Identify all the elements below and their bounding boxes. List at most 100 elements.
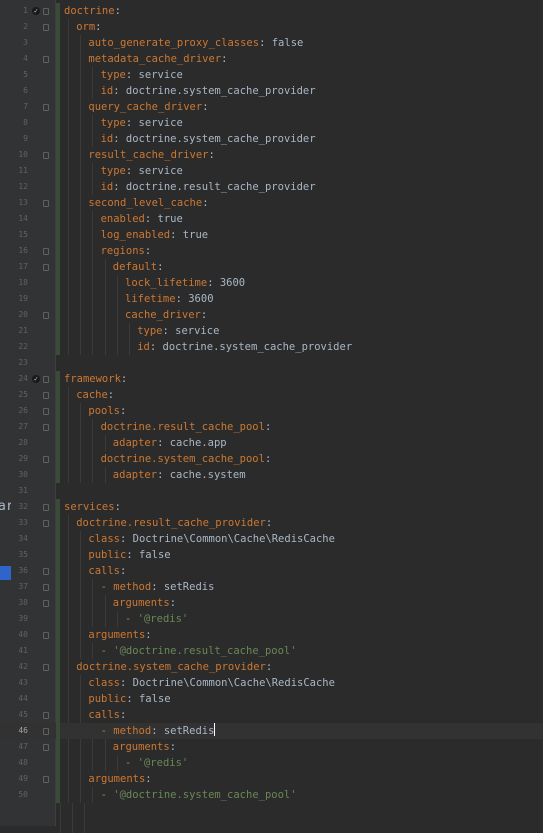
code-line[interactable]: doctrine: — [0, 3, 543, 19]
fold-toggle-icon[interactable] — [43, 504, 49, 511]
fold-toggle-icon[interactable] — [43, 8, 49, 15]
fold-toggle-icon[interactable] — [43, 456, 49, 463]
code-line[interactable]: adapter: cache.app — [0, 435, 543, 451]
code-line[interactable]: lifetime: 3600 — [0, 291, 543, 307]
line-number: 30 — [18, 470, 28, 479]
code-line[interactable]: id: doctrine.system_cache_provider — [0, 131, 543, 147]
code-line[interactable]: calls: — [0, 563, 543, 579]
code-line[interactable]: arguments: — [0, 739, 543, 755]
fold-toggle-icon[interactable] — [43, 744, 49, 751]
fold-toggle-icon[interactable] — [43, 248, 49, 255]
line-number: 39 — [18, 614, 28, 623]
yaml-colon: : — [202, 101, 209, 113]
fold-toggle-icon[interactable] — [43, 104, 49, 111]
bookmark-icon[interactable]: ✓ — [32, 375, 40, 383]
code-line[interactable]: type: service — [0, 323, 543, 339]
code-line[interactable]: cache: — [0, 387, 543, 403]
yaml-string-value: '@doctrine.result_cache_pool' — [113, 645, 297, 657]
code-line-text: arguments: — [113, 595, 176, 611]
code-line[interactable]: - method: setRedis — [0, 579, 543, 595]
fold-toggle-icon[interactable] — [43, 264, 49, 271]
code-line[interactable]: lock_lifetime: 3600 — [0, 275, 543, 291]
code-line[interactable]: metadata_cache_driver: — [0, 51, 543, 67]
code-line[interactable]: class: Doctrine\Common\Cache\RedisCache — [0, 531, 543, 547]
fold-toggle-icon[interactable] — [43, 200, 49, 207]
code-line[interactable]: default: — [0, 259, 543, 275]
code-editor[interactable]: doctrine: orm: auto_generate_proxy_classes… — [0, 0, 543, 833]
code-line[interactable]: adapter: cache.system — [0, 467, 543, 483]
code-line[interactable]: type: service — [0, 115, 543, 131]
code-line[interactable] — [0, 483, 543, 499]
code-line[interactable]: query_cache_driver: — [0, 99, 543, 115]
code-line[interactable]: enabled: true — [0, 211, 543, 227]
yaml-colon: : — [145, 629, 152, 641]
code-line[interactable]: - '@doctrine.system_cache_pool' — [0, 787, 543, 803]
code-line[interactable]: pools: — [0, 403, 543, 419]
code-line[interactable] — [0, 355, 543, 371]
code-line[interactable]: type: service — [0, 67, 543, 83]
fold-toggle-icon[interactable] — [43, 312, 49, 319]
yaml-key: adapter — [112, 437, 158, 449]
code-line[interactable]: cache_driver: — [0, 307, 543, 323]
fold-toggle-icon[interactable] — [43, 24, 49, 31]
line-number: 21 — [18, 326, 28, 335]
fold-toggle-icon[interactable] — [43, 632, 49, 639]
code-line[interactable]: services: — [0, 499, 543, 515]
fold-toggle-icon[interactable] — [43, 56, 49, 63]
fold-toggle-icon[interactable] — [43, 600, 49, 607]
fold-toggle-icon[interactable] — [43, 776, 49, 783]
code-line-text: auto_generate_proxy_classes: false — [88, 35, 303, 51]
code-line-text: type: service — [101, 163, 183, 179]
code-line[interactable]: doctrine.result_cache_provider: — [0, 515, 543, 531]
line-number: 6 — [23, 86, 28, 95]
yaml-key: framework — [64, 373, 121, 385]
code-line[interactable]: - '@redis' — [0, 755, 543, 771]
code-line-text: framework: — [64, 371, 127, 387]
code-line[interactable]: calls: — [0, 707, 543, 723]
fold-toggle-icon[interactable] — [43, 520, 49, 527]
fold-toggle-icon[interactable] — [43, 664, 49, 671]
fold-toggle-icon[interactable] — [43, 424, 49, 431]
code-line[interactable]: id: doctrine.system_cache_provider — [0, 83, 543, 99]
yaml-colon: : — [169, 597, 177, 609]
yaml-key: arguments — [88, 629, 146, 641]
fold-toggle-icon[interactable] — [43, 392, 49, 399]
code-line[interactable]: framework: — [0, 371, 543, 387]
code-line[interactable]: arguments: — [0, 627, 543, 643]
yaml-key: metadata_cache_driver — [88, 53, 222, 65]
fold-toggle-icon[interactable] — [43, 376, 49, 383]
code-line[interactable]: doctrine.result_cache_pool: — [0, 419, 543, 435]
bookmark-icon[interactable]: ✓ — [32, 7, 40, 15]
fold-toggle-icon[interactable] — [43, 408, 49, 415]
code-line[interactable]: - '@redis' — [0, 611, 543, 627]
code-line[interactable]: arguments: — [0, 771, 543, 787]
code-line[interactable]: result_cache_driver: — [0, 147, 543, 163]
yaml-key: public — [88, 693, 127, 705]
fold-toggle-icon[interactable] — [43, 712, 49, 719]
text-caret — [214, 723, 216, 736]
code-line[interactable]: - method: setRedis — [0, 723, 543, 739]
fold-toggle-icon[interactable] — [43, 584, 49, 591]
line-number: 11 — [18, 166, 28, 175]
code-line[interactable]: log_enabled: true — [0, 227, 543, 243]
code-line[interactable]: - '@doctrine.result_cache_pool' — [0, 643, 543, 659]
code-line[interactable]: auto_generate_proxy_classes: false — [0, 35, 543, 51]
code-line[interactable]: public: false — [0, 547, 543, 563]
code-line[interactable]: orm: — [0, 19, 543, 35]
code-line[interactable]: regions: — [0, 243, 543, 259]
code-line[interactable]: id: doctrine.result_cache_provider — [0, 179, 543, 195]
code-line[interactable]: public: false — [0, 691, 543, 707]
fold-toggle-icon[interactable] — [43, 728, 49, 735]
code-line[interactable]: doctrine.system_cache_pool: — [0, 451, 543, 467]
fold-toggle-icon[interactable] — [43, 568, 49, 575]
code-line[interactable]: doctrine.system_cache_provider: — [0, 659, 543, 675]
code-line[interactable]: type: service — [0, 163, 543, 179]
code-line[interactable]: second_level_cache: — [0, 195, 543, 211]
yaml-colon: : — [114, 501, 121, 513]
code-line[interactable]: class: Doctrine\Common\Cache\RedisCache — [0, 675, 543, 691]
code-line[interactable]: id: doctrine.system_cache_provider — [0, 339, 543, 355]
code-line-text: adapter: cache.app — [113, 435, 227, 451]
line-number: 24 — [18, 374, 28, 383]
code-line[interactable]: arguments: — [0, 595, 543, 611]
fold-toggle-icon[interactable] — [43, 152, 49, 159]
